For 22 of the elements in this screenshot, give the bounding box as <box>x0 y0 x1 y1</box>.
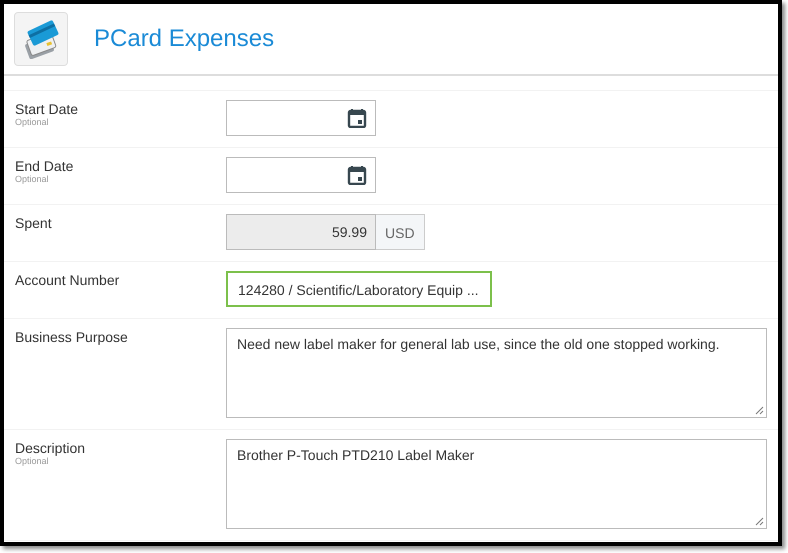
field-label: Start Date <box>15 101 78 117</box>
optional-hint: Optional <box>15 117 49 127</box>
date-field[interactable] <box>226 157 376 193</box>
field-label: Description <box>15 440 86 456</box>
account-field[interactable]: 124280 / Scientific/Laboratory Equip ... <box>226 271 492 307</box>
field-label: Business Purpose <box>15 329 128 345</box>
optional-hint: Optional <box>15 456 49 466</box>
optional-hint: Optional <box>15 174 49 184</box>
cards-icon <box>14 12 68 66</box>
resize-grip-icon[interactable] <box>755 406 764 415</box>
field-label: Spent <box>15 215 52 231</box>
text-area[interactable]: Brother P-Touch PTD210 Label Maker <box>226 439 767 529</box>
calendar-icon[interactable] <box>347 165 367 185</box>
date-field[interactable] <box>226 100 376 136</box>
field-label: Account Number <box>15 272 120 288</box>
text-area[interactable]: Need new label maker for general lab use, since the old one stopped working. <box>226 328 767 418</box>
currency-unit: USD <box>376 214 425 250</box>
calendar-icon[interactable] <box>347 108 367 128</box>
amount-field: 59.99 <box>226 214 376 250</box>
page-title: PCard Expenses <box>94 25 274 53</box>
field-label: End Date <box>15 158 74 174</box>
resize-grip-icon[interactable] <box>755 517 764 526</box>
